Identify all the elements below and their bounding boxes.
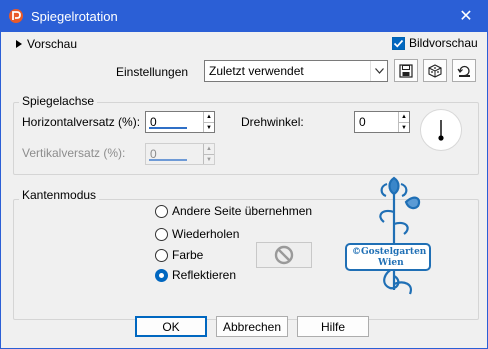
- help-button[interactable]: Hilfe: [297, 316, 369, 337]
- watermark-logo: ©Gostelgarten Wien: [344, 172, 432, 304]
- rotation-angle-label: Drehwinkel:: [241, 115, 304, 129]
- edge-option-label: Andere Seite übernehmen: [172, 204, 313, 218]
- dialog-body: Vorschau Bildvorschau Einstellungen Zule…: [0, 32, 488, 349]
- preview-toggle[interactable]: Vorschau: [15, 37, 77, 51]
- edge-option-other-side[interactable]: Andere Seite übernehmen: [155, 204, 312, 218]
- horizontal-offset-label: Horizontalversatz (%):: [22, 115, 141, 129]
- radio-icon: [155, 248, 168, 262]
- edge-option-color[interactable]: Farbe: [155, 248, 203, 262]
- ok-label: OK: [162, 319, 180, 334]
- edge-option-label: Wiederholen: [172, 227, 240, 241]
- mirror-axis-title: Spiegelachse: [19, 94, 98, 108]
- preview-label: Vorschau: [27, 37, 78, 51]
- no-color-icon: [274, 245, 294, 265]
- close-button[interactable]: ✕: [444, 0, 488, 32]
- radio-icon: [155, 227, 168, 241]
- triangle-right-icon: [16, 40, 22, 48]
- rotation-dial[interactable]: [420, 109, 462, 151]
- dice-randomize-icon: [428, 63, 442, 78]
- spin-buttons: ▲ ▼: [203, 144, 214, 164]
- reset-icon: [457, 65, 470, 77]
- chevron-down-icon: [370, 61, 387, 81]
- rotation-angle-value: 0: [359, 115, 366, 129]
- close-icon: ✕: [459, 8, 473, 25]
- edge-option-repeat[interactable]: Wiederholen: [155, 227, 239, 241]
- dial-needle-icon: [438, 120, 444, 141]
- help-label: Hilfe: [320, 319, 345, 334]
- save-preset-button[interactable]: [394, 59, 418, 82]
- randomize-button[interactable]: [423, 59, 447, 82]
- image-preview-checkbox[interactable]: Bildvorschau: [392, 36, 478, 50]
- edge-option-label: Reflektieren: [172, 268, 237, 282]
- spin-up-icon[interactable]: ▲: [399, 112, 409, 122]
- horizontal-offset-input[interactable]: 0 ▲ ▼: [145, 111, 215, 133]
- settings-select[interactable]: Zuletzt verwendet: [204, 60, 388, 82]
- spin-up-icon: ▲: [206, 146, 212, 152]
- spin-down-icon: ▼: [204, 154, 214, 164]
- spin-down-icon[interactable]: ▼: [399, 122, 409, 132]
- rotation-angle-input[interactable]: 0 ▲ ▼: [354, 111, 410, 133]
- cancel-button[interactable]: Abbrechen: [216, 316, 288, 337]
- radio-selected-icon: [155, 268, 168, 282]
- save-icon: [399, 63, 413, 78]
- psp-icon: [9, 9, 23, 23]
- window-title: Spiegelrotation: [31, 9, 118, 24]
- radio-icon: [155, 204, 168, 218]
- horizontal-offset-bar: [149, 127, 187, 129]
- color-swatch[interactable]: [256, 242, 312, 268]
- image-preview-label: Bildvorschau: [409, 36, 478, 50]
- edge-mode-title: Kantenmodus: [19, 188, 100, 202]
- vertical-offset-label: Vertikalversatz (%):: [22, 146, 126, 160]
- vertical-offset-input: 0 ▲ ▼: [145, 143, 215, 165]
- watermark-line-2: Wien: [378, 258, 404, 268]
- watermark-line-1: ©Gostelgarten: [352, 247, 427, 257]
- spin-buttons[interactable]: ▲ ▼: [398, 112, 409, 132]
- spin-down-icon[interactable]: ▼: [204, 122, 214, 132]
- edge-option-label: Farbe: [172, 248, 204, 262]
- title-bar: Spiegelrotation ✕: [0, 0, 488, 32]
- spin-up-icon[interactable]: ▲: [204, 112, 214, 122]
- reset-button[interactable]: [452, 59, 476, 82]
- checkbox-checked-icon: [392, 36, 405, 50]
- edge-option-reflect[interactable]: Reflektieren: [155, 268, 236, 282]
- ok-button[interactable]: OK: [135, 316, 207, 337]
- settings-value: Zuletzt verwendet: [209, 64, 304, 78]
- spin-buttons[interactable]: ▲ ▼: [203, 112, 214, 132]
- flower-logo-icon: [345, 176, 431, 295]
- settings-label: Einstellungen: [116, 65, 189, 79]
- vertical-offset-bar: [149, 159, 187, 161]
- cancel-label: Abbrechen: [222, 319, 282, 334]
